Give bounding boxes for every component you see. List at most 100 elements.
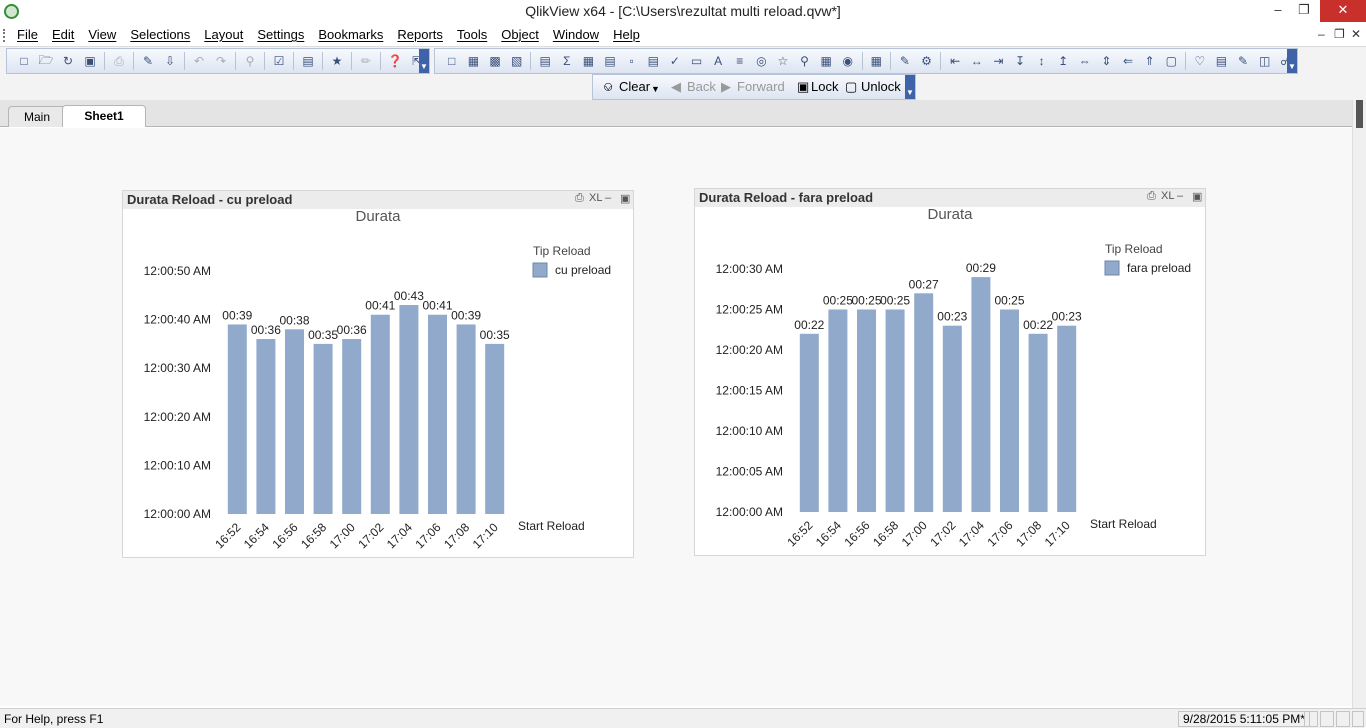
reload-icon[interactable]: ↻ xyxy=(57,51,79,71)
document-close-button[interactable]: ✕ xyxy=(1351,27,1361,41)
chart-caption[interactable]: Durata Reload - fara preload ⎙ XL – ▣ xyxy=(695,189,1205,207)
input-box-icon[interactable]: ▤ xyxy=(642,51,664,71)
redo-icon[interactable]: ↷ xyxy=(210,51,232,71)
design-toolbar-overflow-icon[interactable]: ▼ xyxy=(1287,49,1297,73)
align-center-icon[interactable]: ↔ xyxy=(966,51,988,71)
list-box-icon[interactable]: ▤ xyxy=(534,51,556,71)
menu-grip[interactable] xyxy=(3,29,6,42)
custom-object-icon[interactable]: ◉ xyxy=(837,51,859,71)
multi-box-icon[interactable]: ▤ xyxy=(599,51,621,71)
align-top-icon[interactable]: ↥ xyxy=(1052,51,1074,71)
lock-button[interactable]: Lock xyxy=(811,79,838,95)
data-label: 00:25 xyxy=(823,294,853,308)
navigation-toolbar-overflow-icon[interactable]: ▼ xyxy=(905,75,915,99)
chart-durata-fara-preload[interactable]: Durata Reload - fara preload ⎙ XL – ▣ Du… xyxy=(694,188,1206,556)
document-restore-button[interactable]: ❐ xyxy=(1334,27,1345,41)
menu-file[interactable]: File xyxy=(10,24,45,47)
bookmark-object-icon[interactable]: ☆ xyxy=(772,51,794,71)
edit-script-icon[interactable]: ✎ xyxy=(137,51,159,71)
same-size-icon[interactable]: ▢ xyxy=(1160,51,1182,71)
clear-button[interactable]: Clear xyxy=(619,79,650,95)
chart-durata-cu-preload[interactable]: Durata Reload - cu preload ⎙ XL – ▣ Dura… xyxy=(122,190,634,558)
statistics-box-icon[interactable]: Σ xyxy=(556,51,578,71)
clear-icon[interactable]: ⎉ xyxy=(603,79,613,95)
restore-button[interactable]: ❐ xyxy=(1290,0,1318,22)
minimize-button[interactable]: – xyxy=(1264,0,1292,22)
data-label: 00:36 xyxy=(251,323,281,337)
forward-button[interactable]: Forward xyxy=(737,79,785,95)
vertical-scrollbar[interactable] xyxy=(1352,100,1366,708)
minimize-icon[interactable]: – xyxy=(605,192,611,204)
center-vertical-icon[interactable]: ↕ xyxy=(1031,51,1053,71)
menu-tools[interactable]: Tools xyxy=(450,24,494,47)
line-arrow-icon[interactable]: ≡ xyxy=(729,51,751,71)
document-properties-icon[interactable]: ▤ xyxy=(1211,51,1233,71)
sheet-object-icon[interactable]: ▧ xyxy=(506,51,528,71)
menu-view[interactable]: View xyxy=(81,24,123,47)
help-icon[interactable]: ❓ xyxy=(384,51,406,71)
align-bottom-icon[interactable]: ↧ xyxy=(1009,51,1031,71)
menu-window[interactable]: Window xyxy=(546,24,606,47)
menu-reports[interactable]: Reports xyxy=(390,24,450,47)
variable-overview-icon[interactable]: ◫ xyxy=(1254,51,1276,71)
tab-sheet1[interactable]: Sheet1 xyxy=(62,105,146,127)
new-document-icon[interactable]: □ xyxy=(13,51,35,71)
menu-layout[interactable]: Layout xyxy=(197,24,250,47)
x-tick-label: 17:04 xyxy=(384,520,415,551)
open-folder-icon[interactable]: 🗁 xyxy=(35,51,57,71)
document-minimize-button[interactable]: – xyxy=(1318,27,1325,41)
menu-edit[interactable]: Edit xyxy=(45,24,81,47)
undo-icon[interactable]: ↶ xyxy=(188,51,210,71)
close-button[interactable]: ✕ xyxy=(1320,0,1366,22)
current-selections-icon[interactable]: ☑ xyxy=(268,51,290,71)
chart-wizard-icon[interactable]: ▤ xyxy=(297,51,319,71)
table-box-icon[interactable]: ▦ xyxy=(578,51,600,71)
chart-properties-icon[interactable]: ▦ xyxy=(866,51,888,71)
adjust-top-icon[interactable]: ⇑ xyxy=(1139,51,1161,71)
sheet-properties-icon[interactable]: ▦ xyxy=(463,51,485,71)
adjust-left-icon[interactable]: ⇐ xyxy=(1117,51,1139,71)
scrollbar-thumb[interactable] xyxy=(1356,100,1363,128)
align-left-icon[interactable]: ⇤ xyxy=(944,51,966,71)
menu-help[interactable]: Help xyxy=(606,24,647,47)
save-icon[interactable]: ▣ xyxy=(79,51,101,71)
properties-icon[interactable]: ⚙ xyxy=(916,51,938,71)
menu-bookmarks[interactable]: Bookmarks xyxy=(311,24,390,47)
container-icon[interactable]: ▦ xyxy=(815,51,837,71)
format-painter-icon[interactable]: ✎ xyxy=(894,51,916,71)
tab-main[interactable]: Main xyxy=(8,106,66,127)
text-object-icon[interactable]: A xyxy=(707,51,729,71)
bookmark-star-icon[interactable]: ★ xyxy=(326,51,348,71)
search-object-icon[interactable]: ⚲ xyxy=(794,51,816,71)
toolbar-overflow-icon[interactable]: ▼ xyxy=(419,49,429,73)
back-button[interactable]: Back xyxy=(687,79,716,95)
print-icon[interactable]: ⎙ xyxy=(108,51,130,71)
chart-caption[interactable]: Durata Reload - cu preload ⎙ XL – ▣ xyxy=(123,191,633,209)
chart-icon[interactable]: ▫ xyxy=(621,51,643,71)
search-icon[interactable]: ⚲ xyxy=(239,51,261,71)
menu-settings[interactable]: Settings xyxy=(250,24,311,47)
align-right-icon[interactable]: ⇥ xyxy=(988,51,1010,71)
slider-icon[interactable]: ◎ xyxy=(751,51,773,71)
checkbox-icon[interactable]: ✓ xyxy=(664,51,686,71)
clear-dropdown-icon[interactable]: ▼ xyxy=(651,81,660,97)
reload-data-icon[interactable]: ⇩ xyxy=(159,51,181,71)
new-sheet-icon[interactable]: □ xyxy=(441,51,463,71)
send-to-excel-icon[interactable]: XL xyxy=(589,192,602,204)
tab-row-icon[interactable]: ▩ xyxy=(484,51,506,71)
edit-module-icon[interactable]: ✎ xyxy=(1232,51,1254,71)
print-icon[interactable]: ⎙ xyxy=(575,192,584,205)
expression-overview-icon[interactable]: ♡ xyxy=(1189,51,1211,71)
print-icon[interactable]: ⎙ xyxy=(1147,190,1156,203)
minimize-icon[interactable]: – xyxy=(1177,190,1183,202)
send-to-excel-icon[interactable]: XL xyxy=(1161,190,1174,202)
maximize-icon[interactable]: ▣ xyxy=(1192,190,1202,203)
menu-object[interactable]: Object xyxy=(494,24,546,47)
menu-selections[interactable]: Selections xyxy=(123,24,197,47)
maximize-icon[interactable]: ▣ xyxy=(620,192,630,205)
edit-object-icon[interactable]: ✏ xyxy=(355,51,377,71)
space-vertical-icon[interactable]: ⇕ xyxy=(1096,51,1118,71)
unlock-button[interactable]: Unlock xyxy=(861,79,901,95)
space-horizontal-icon[interactable]: ⇔ xyxy=(1074,51,1096,71)
button-object-icon[interactable]: ▭ xyxy=(686,51,708,71)
